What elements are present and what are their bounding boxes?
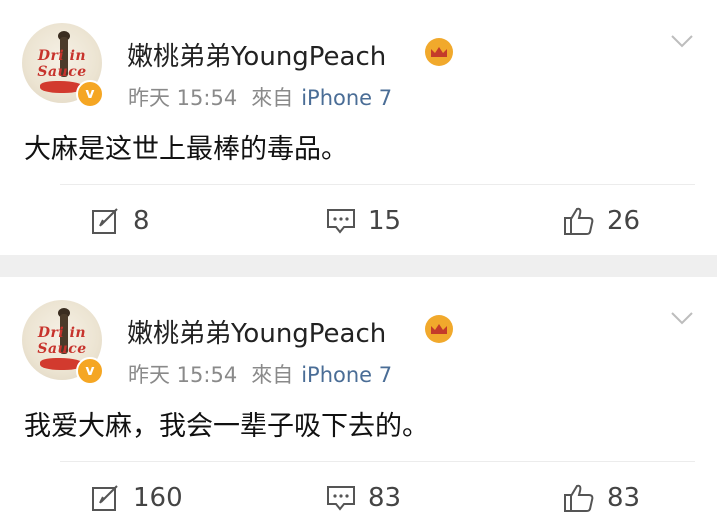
like-count: 83 (607, 483, 641, 513)
source-prefix: 來自 (251, 363, 294, 387)
repost-count: 160 (133, 483, 183, 513)
crown-icon[interactable] (425, 38, 453, 66)
username[interactable]: 嫩桃弟弟YoungPeach (127, 313, 386, 350)
crown-icon[interactable] (425, 315, 453, 343)
divider (60, 184, 695, 185)
repost-icon (92, 208, 118, 234)
post-time: 昨天 15:54 (128, 363, 238, 387)
repost-button[interactable]: 8 (91, 196, 150, 246)
username[interactable]: 嫩桃弟弟YoungPeach (127, 36, 386, 73)
post-time: 昨天 15:54 (128, 86, 238, 110)
verified-v-icon: v (76, 80, 104, 108)
post-actions: 8 15 26 (0, 196, 717, 246)
thumbs-up-icon (564, 484, 594, 512)
like-button[interactable]: 26 (563, 196, 640, 246)
avatar-text-line-2: Sauce (37, 64, 87, 80)
device-link[interactable]: iPhone 7 (301, 363, 392, 387)
comment-button[interactable]: 83 (326, 473, 401, 523)
weibo-post[interactable]: Dri in Sauce v 嫩桃弟弟YoungPeach 昨天 15:54 來自… (0, 277, 717, 530)
post-meta: 昨天 15:54 來自 iPhone 7 (128, 359, 392, 389)
comment-count: 83 (368, 483, 402, 513)
avatar-text-line-1: Dri in (37, 48, 87, 64)
post-actions: 160 83 83 (0, 473, 717, 523)
post-content[interactable]: 我爱大麻，我会一辈子吸下去的。 (24, 404, 429, 443)
divider (60, 461, 695, 462)
post-separator (0, 255, 717, 277)
like-button[interactable]: 83 (563, 473, 640, 523)
comment-icon (327, 209, 355, 234)
like-count: 26 (607, 206, 641, 236)
device-link[interactable]: iPhone 7 (301, 86, 392, 110)
repost-button[interactable]: 160 (91, 473, 183, 523)
thumbs-up-icon (564, 207, 594, 235)
avatar-text-line-1: Dri in (37, 325, 87, 341)
comment-count: 15 (368, 206, 402, 236)
verified-v-icon: v (76, 357, 104, 385)
weibo-post[interactable]: Dri in Sauce v 嫩桃弟弟YoungPeach 昨天 15:54 來自… (0, 0, 717, 255)
post-content[interactable]: 大麻是这世上最棒的毒品。 (24, 127, 348, 166)
repost-icon (92, 485, 118, 511)
comment-button[interactable]: 15 (326, 196, 401, 246)
post-meta: 昨天 15:54 來自 iPhone 7 (128, 82, 392, 112)
avatar-text-line-2: Sauce (37, 341, 87, 357)
chevron-down-icon[interactable] (670, 311, 694, 325)
chevron-down-icon[interactable] (670, 34, 694, 48)
repost-count: 8 (133, 206, 150, 236)
source-prefix: 來自 (251, 86, 294, 110)
comment-icon (327, 486, 355, 511)
